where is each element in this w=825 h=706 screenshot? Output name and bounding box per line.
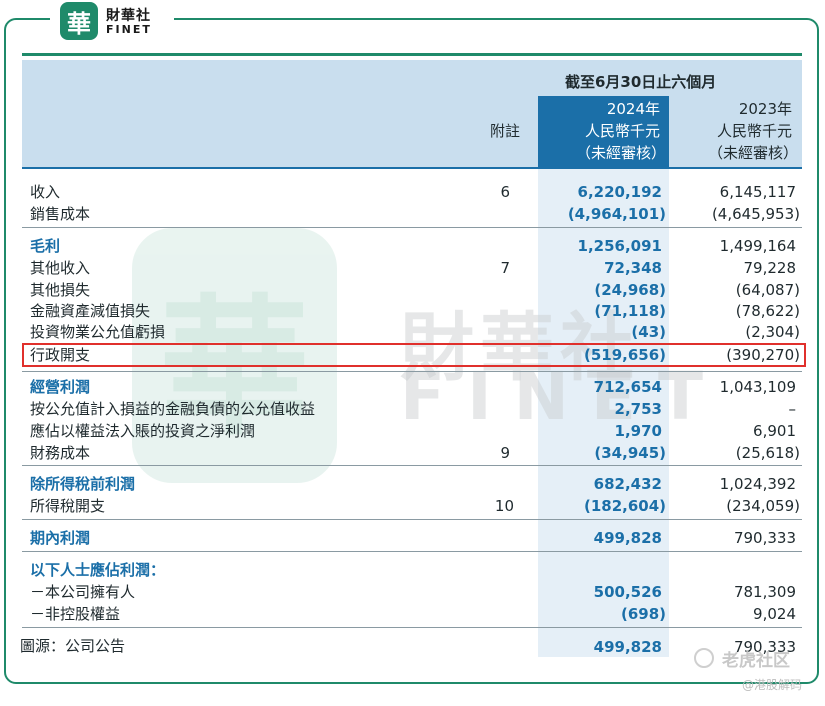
row-label: －非控股權益 bbox=[30, 605, 121, 623]
row-label-subtotal: 經營利潤 bbox=[30, 378, 91, 396]
row-label-subtotal: 期內利潤 bbox=[30, 529, 91, 547]
row-value-2023: (2,304) bbox=[745, 323, 800, 341]
row-value-2024: (698) bbox=[620, 605, 666, 623]
row-value-2024: (71,118) bbox=[594, 302, 666, 320]
row-value-2023: 6,901 bbox=[753, 422, 796, 440]
row-label: 行政開支 bbox=[30, 346, 91, 364]
row-value-2024: 712,654 bbox=[593, 378, 662, 396]
row-value-2023: 6,145,117 bbox=[719, 183, 796, 201]
row-label: 銷售成本 bbox=[30, 205, 91, 223]
row-note: 7 bbox=[500, 259, 510, 277]
row-value-2023: 1,043,109 bbox=[719, 378, 796, 396]
row-value-2023: – bbox=[788, 400, 797, 418]
col2023-year: 2023年 bbox=[738, 100, 792, 118]
author-handle-watermark: @港股解码 bbox=[742, 678, 803, 692]
row-value-2023: (390,270) bbox=[726, 346, 800, 364]
row-value-2023: (78,622) bbox=[735, 302, 800, 320]
section-rule bbox=[22, 519, 802, 520]
row-value-2024-total: 499,828 bbox=[593, 638, 662, 656]
row-label: 收入 bbox=[30, 183, 61, 201]
row-label: 應佔以權益法入賬的投資之淨利潤 bbox=[30, 422, 256, 440]
row-value-2024: 72,348 bbox=[604, 259, 662, 277]
period-heading: 截至6月30日止六個月 bbox=[565, 73, 717, 91]
top-rule bbox=[22, 53, 802, 56]
row-value-2024: 500,526 bbox=[593, 583, 662, 601]
row-value-2024: (43) bbox=[631, 323, 666, 341]
row-note: 9 bbox=[500, 444, 510, 462]
row-value-2023: 9,024 bbox=[753, 605, 796, 623]
section-rule bbox=[22, 551, 802, 552]
row-value-2023: 79,228 bbox=[743, 259, 797, 277]
tiger-community-watermark: 老虎社区 bbox=[722, 651, 790, 671]
row-value-2024: (4,964,101) bbox=[567, 205, 666, 223]
row-value-2024: 6,220,192 bbox=[577, 183, 662, 201]
col2024-status: （未經審核） bbox=[575, 144, 666, 162]
row-value-2023: (25,618) bbox=[735, 444, 800, 462]
row-note: 6 bbox=[500, 183, 510, 201]
finet-logo-name-cn: 財華社 bbox=[106, 8, 151, 24]
col2023-status: （未經審核） bbox=[707, 144, 798, 162]
row-label: 投資物業公允值虧損 bbox=[30, 323, 166, 341]
row-label-subtotal: 毛利 bbox=[30, 237, 61, 255]
section-rule bbox=[22, 227, 802, 228]
row-value-2024: (519,656) bbox=[583, 346, 666, 364]
row-label-subtotal: 除所得稅前利潤 bbox=[30, 475, 136, 493]
col2024-unit: 人民幣千元 bbox=[584, 122, 660, 140]
source-caption: 圖源：公司公告 bbox=[20, 637, 126, 655]
section-rule bbox=[22, 371, 802, 372]
col2023-unit: 人民幣千元 bbox=[716, 122, 792, 140]
row-value-2023: 790,333 bbox=[733, 529, 796, 547]
finet-logo-mark: 華 bbox=[60, 2, 98, 40]
row-value-2023: (4,645,953) bbox=[711, 205, 800, 223]
row-label: 金融資產減值損失 bbox=[30, 302, 151, 320]
row-value-2024: (182,604) bbox=[583, 497, 666, 515]
row-note: 10 bbox=[494, 497, 514, 515]
row-label: 其他收入 bbox=[30, 259, 91, 277]
note-column-heading: 附註 bbox=[489, 122, 520, 140]
row-label: 所得稅開支 bbox=[30, 497, 106, 515]
row-value-2024: 682,432 bbox=[593, 475, 662, 493]
row-label: 按公允值計入損益的金融負債的公允值收益 bbox=[30, 400, 316, 418]
row-label-subtotal: 以下人士應佔利潤： bbox=[30, 561, 166, 579]
section-rule bbox=[22, 465, 802, 466]
row-value-2023: 781,309 bbox=[733, 583, 796, 601]
row-value-2024: (34,945) bbox=[594, 444, 666, 462]
row-label: －本公司擁有人 bbox=[30, 583, 136, 601]
row-value-2024: 1,256,091 bbox=[577, 237, 662, 255]
row-value-2023: (234,059) bbox=[726, 497, 800, 515]
row-value-2023: 1,499,164 bbox=[719, 237, 796, 255]
section-rule bbox=[22, 627, 802, 628]
row-value-2024: 2,753 bbox=[614, 400, 662, 418]
tiger-community-icon bbox=[694, 648, 714, 668]
row-label: 財務成本 bbox=[30, 444, 91, 462]
row-value-2024: 1,970 bbox=[614, 422, 662, 440]
row-value-2023: 1,024,392 bbox=[719, 475, 796, 493]
row-label: 其他損失 bbox=[30, 281, 91, 299]
col2024-year: 2024年 bbox=[606, 100, 660, 118]
finet-logo-name-en: FINET bbox=[106, 23, 152, 36]
row-value-2024: 499,828 bbox=[593, 529, 662, 547]
row-value-2023: (64,087) bbox=[735, 281, 800, 299]
row-value-2024: (24,968) bbox=[594, 281, 666, 299]
header-rule bbox=[22, 167, 802, 169]
